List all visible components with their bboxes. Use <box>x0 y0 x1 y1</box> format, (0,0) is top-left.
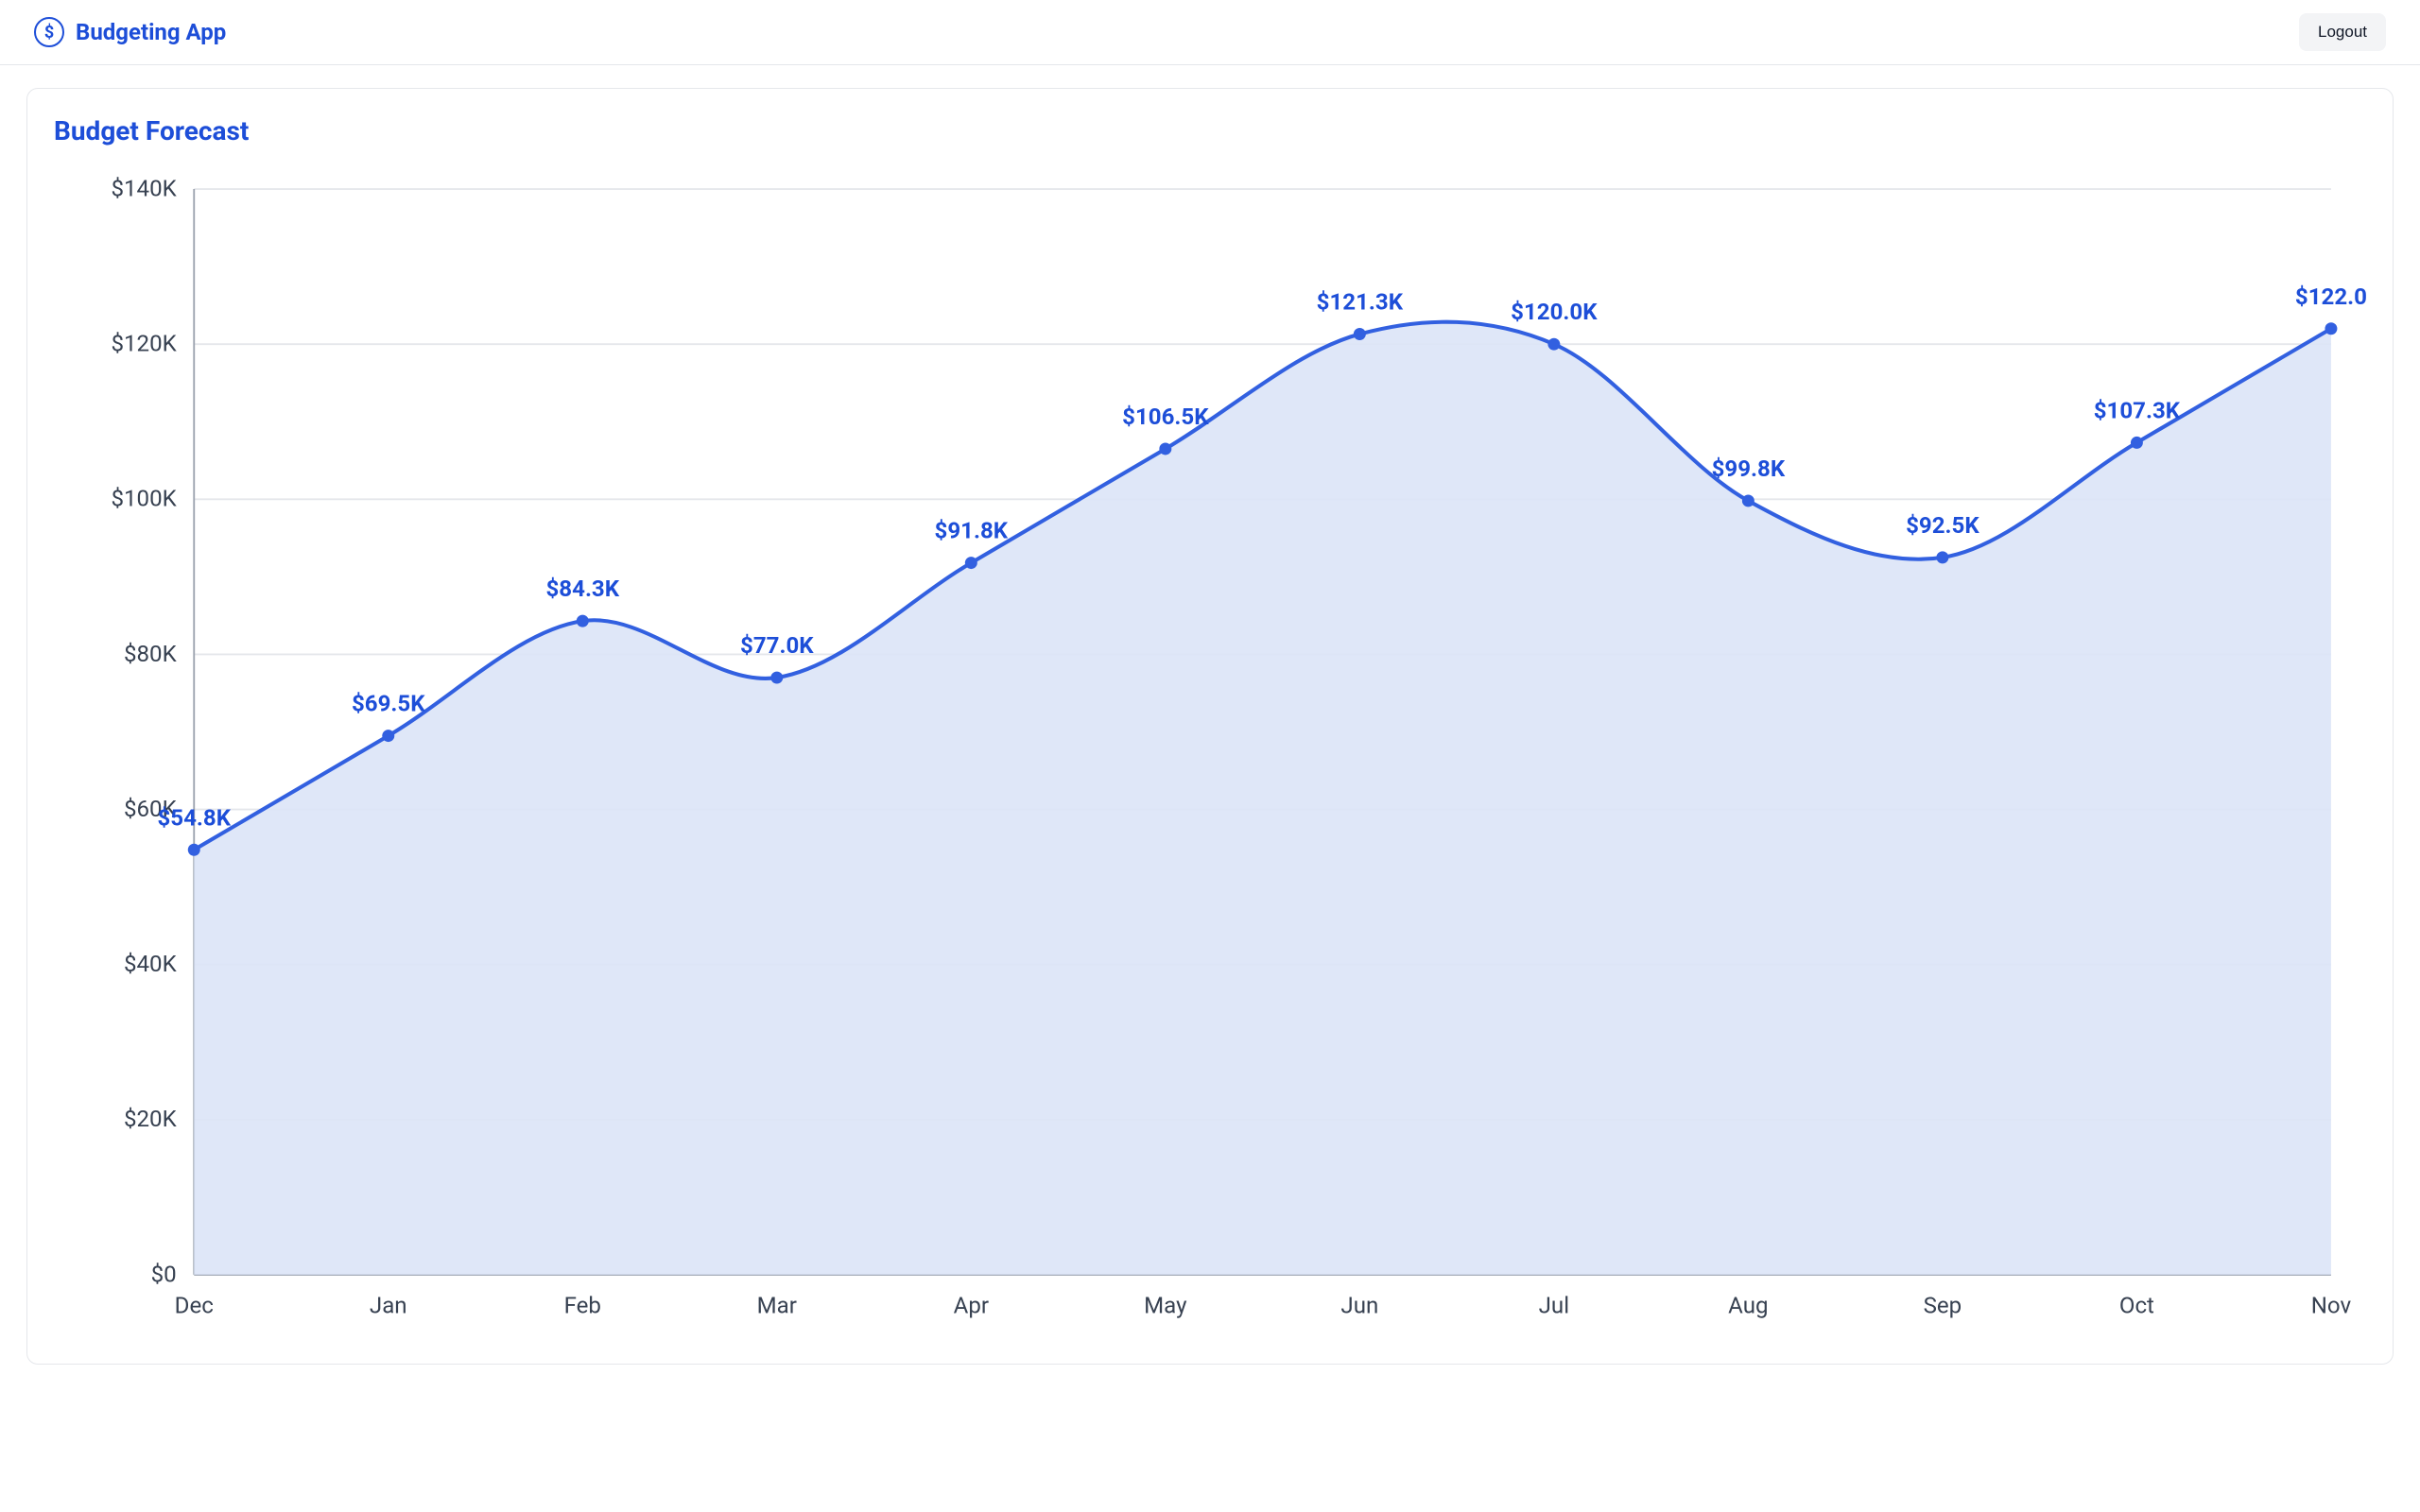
data-point <box>1354 328 1366 340</box>
data-point-label: $121.3K <box>1317 289 1404 316</box>
x-tick-label: Jun <box>1340 1293 1378 1319</box>
data-point-label: $120.0K <box>1511 299 1598 325</box>
data-point-label: $77.0K <box>740 632 814 659</box>
x-tick-label: Sep <box>1924 1293 1962 1319</box>
data-point-label: $84.3K <box>546 576 620 602</box>
data-point-label: $107.3K <box>2094 397 2181 423</box>
x-tick-label: Jan <box>370 1293 407 1319</box>
logout-button[interactable]: Logout <box>2299 13 2386 51</box>
data-point-label: $99.8K <box>1712 455 1786 482</box>
y-tick-label: $100K <box>111 486 177 512</box>
data-point <box>188 844 200 856</box>
x-tick-label: May <box>1144 1293 1187 1319</box>
y-tick-label: $0 <box>151 1261 177 1287</box>
y-tick-label: $120K <box>111 331 177 357</box>
data-point <box>1936 551 1948 563</box>
x-tick-label: Aug <box>1728 1293 1768 1319</box>
card-title: Budget Forecast <box>54 115 2366 146</box>
data-point-label: $91.8K <box>935 518 1009 544</box>
data-point-label: $69.5K <box>352 691 425 717</box>
data-point-label: $92.5K <box>1906 512 1979 539</box>
series-area <box>194 322 2331 1275</box>
x-tick-label: Jul <box>1539 1293 1569 1319</box>
y-tick-label: $80K <box>124 641 178 667</box>
y-tick-label: $20K <box>124 1106 178 1132</box>
x-tick-label: Dec <box>175 1293 214 1319</box>
x-tick-label: Nov <box>2311 1293 2352 1319</box>
data-point <box>770 672 783 684</box>
x-tick-label: Feb <box>564 1293 601 1319</box>
x-tick-label: Apr <box>954 1293 989 1319</box>
app-title: Budgeting App <box>76 19 226 45</box>
data-point-label: $106.5K <box>1122 404 1209 430</box>
data-point <box>1159 442 1171 455</box>
data-point <box>2131 437 2143 449</box>
data-point <box>2325 322 2337 335</box>
y-tick-label: $140K <box>111 175 177 201</box>
forecast-card: Budget Forecast $0$20K$40K$60K$80K$100K$… <box>26 88 2394 1365</box>
data-point <box>577 615 589 627</box>
data-point <box>965 557 977 569</box>
y-tick-label: $40K <box>124 951 178 977</box>
data-point-label: $122.0 <box>2295 284 2366 310</box>
forecast-chart: $0$20K$40K$60K$80K$100K$120K$140K$54.8K$… <box>54 154 2366 1345</box>
dollar-icon: $ <box>34 17 64 47</box>
data-point <box>1547 338 1560 351</box>
data-point-label: $54.8K <box>157 804 231 831</box>
x-tick-label: Oct <box>2119 1293 2154 1319</box>
data-point <box>382 730 394 742</box>
brand-link[interactable]: $ Budgeting App <box>34 17 226 47</box>
data-point <box>1742 494 1754 507</box>
x-tick-label: Mar <box>757 1293 797 1319</box>
app-header: $ Budgeting App Logout <box>0 0 2420 65</box>
